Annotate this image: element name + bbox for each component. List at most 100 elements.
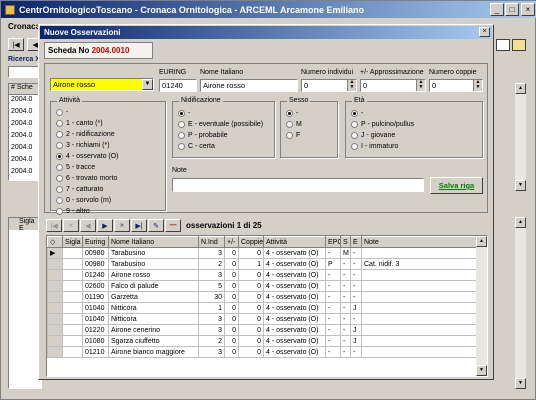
table-cell[interactable]: 1 bbox=[238, 258, 264, 270]
table-cell[interactable]: Airone bianco maggiore bbox=[108, 346, 199, 358]
num-spinner[interactable]: ▲ ▼ bbox=[347, 80, 356, 91]
lower-grid-scrollbar[interactable]: ▲ ▼ bbox=[515, 217, 526, 389]
table-cell[interactable]: 0 bbox=[224, 335, 239, 347]
table-cell[interactable]: 0 bbox=[238, 302, 264, 314]
nome-field[interactable]: Airone rosso bbox=[200, 79, 298, 92]
row-selector[interactable] bbox=[47, 258, 63, 270]
table-cell[interactable]: J bbox=[350, 324, 362, 336]
column-header[interactable]: Sigla bbox=[62, 236, 83, 248]
table-cell[interactable] bbox=[62, 269, 83, 281]
table-row[interactable]: 01040 Nitticora 3 0 0 4 - osservato (O) - - - bbox=[47, 313, 478, 325]
table-cell[interactable]: 00980 bbox=[82, 247, 109, 259]
table-cell[interactable]: 4 - osservato (O) bbox=[263, 324, 326, 336]
table-cell[interactable]: - bbox=[325, 302, 341, 314]
table-cell[interactable]: - bbox=[340, 346, 351, 358]
table-cell[interactable] bbox=[361, 313, 478, 325]
table-cell[interactable]: - bbox=[350, 280, 362, 292]
observations-scrollbar[interactable]: ▲ ▼ bbox=[476, 236, 487, 376]
sesso-option[interactable]: F bbox=[286, 130, 302, 141]
table-cell[interactable]: - bbox=[350, 258, 362, 270]
table-cell[interactable]: 01040 bbox=[82, 302, 109, 314]
table-cell[interactable] bbox=[361, 324, 478, 336]
radio-button[interactable] bbox=[56, 175, 63, 182]
coppie-spinner[interactable]: ▲ ▼ bbox=[473, 80, 482, 91]
table-cell[interactable]: - bbox=[350, 313, 362, 325]
table-cell[interactable]: - bbox=[325, 247, 341, 259]
table-cell[interactable]: - bbox=[325, 269, 341, 281]
table-cell[interactable] bbox=[361, 247, 478, 259]
radio-button[interactable] bbox=[286, 132, 293, 139]
attivita-option[interactable]: 4 - osservato (O) bbox=[56, 151, 119, 162]
column-header[interactable]: Attività bbox=[263, 236, 326, 248]
table-cell[interactable] bbox=[361, 335, 478, 347]
table-cell[interactable]: 4 - osservato (O) bbox=[263, 302, 326, 314]
table-cell[interactable]: 00980 bbox=[82, 258, 109, 270]
table-cell[interactable]: 0 bbox=[238, 346, 264, 358]
note-field[interactable] bbox=[172, 178, 424, 192]
table-cell[interactable] bbox=[62, 258, 83, 270]
table-cell[interactable]: Falco di palude bbox=[108, 280, 199, 292]
radio-button[interactable] bbox=[56, 197, 63, 204]
eta-option[interactable]: - bbox=[351, 108, 414, 119]
radio-button[interactable] bbox=[178, 143, 185, 150]
table-row[interactable]: 01240 Airone rosso 3 0 0 4 - osservato (O) - - - bbox=[47, 269, 478, 281]
table-cell[interactable]: Garzetta bbox=[108, 291, 199, 303]
table-cell[interactable]: - bbox=[325, 313, 341, 325]
row-selector[interactable] bbox=[47, 335, 63, 347]
nidif-option[interactable]: C - certa bbox=[178, 141, 263, 152]
table-cell[interactable]: Airone cenerino bbox=[108, 324, 199, 336]
row-selector[interactable] bbox=[47, 346, 63, 358]
table-cell[interactable]: 0 bbox=[238, 269, 264, 281]
row-selector[interactable] bbox=[47, 280, 63, 292]
table-row[interactable]: 01190 Garzetta 30 0 0 4 - osservato (O) - - - bbox=[47, 291, 478, 303]
table-cell[interactable]: 01210 bbox=[82, 346, 109, 358]
print-icon[interactable] bbox=[496, 39, 510, 51]
radio-button[interactable] bbox=[56, 131, 63, 138]
table-cell[interactable]: 3 bbox=[198, 269, 225, 281]
main-grid-row[interactable]: 2004.0 bbox=[9, 143, 41, 155]
table-cell[interactable]: Airone rosso bbox=[108, 269, 199, 281]
first-record-icon[interactable]: |◀ bbox=[8, 38, 24, 51]
new-icon[interactable] bbox=[512, 39, 526, 51]
radio-button[interactable] bbox=[178, 121, 185, 128]
table-cell[interactable]: 0 bbox=[238, 280, 264, 292]
table-cell[interactable]: - bbox=[340, 324, 351, 336]
table-cell[interactable] bbox=[361, 291, 478, 303]
table-cell[interactable] bbox=[62, 247, 83, 259]
main-grid-row[interactable]: 2004.0 bbox=[9, 131, 41, 143]
table-row[interactable]: 01220 Airone cenerino 3 0 0 4 - osservato (O)… bbox=[47, 324, 478, 336]
table-cell[interactable] bbox=[361, 302, 478, 314]
main-grid-scrollbar[interactable]: ▲ ▼ bbox=[515, 83, 526, 191]
nidif-option[interactable]: P - probabile bbox=[178, 130, 263, 141]
table-cell[interactable]: - bbox=[340, 291, 351, 303]
table-cell[interactable]: 0 bbox=[224, 269, 239, 281]
first-record-button[interactable]: |◀ bbox=[46, 219, 62, 232]
table-cell[interactable]: 0 bbox=[224, 247, 239, 259]
table-cell[interactable] bbox=[62, 346, 83, 358]
table-cell[interactable]: 0 bbox=[224, 258, 239, 270]
table-cell[interactable]: 0 bbox=[224, 291, 239, 303]
radio-button[interactable] bbox=[56, 208, 63, 215]
table-cell[interactable]: J bbox=[350, 335, 362, 347]
table-cell[interactable]: 2 bbox=[198, 258, 225, 270]
species-select[interactable]: Airone rosso ▼ bbox=[50, 78, 154, 91]
table-cell[interactable]: - bbox=[325, 324, 341, 336]
table-cell[interactable]: 3 bbox=[198, 247, 225, 259]
radio-button[interactable] bbox=[286, 110, 293, 117]
table-cell[interactable]: 0 bbox=[238, 291, 264, 303]
table-cell[interactable]: M bbox=[340, 247, 351, 259]
attivita-option[interactable]: 1 - canto (*) bbox=[56, 118, 119, 129]
table-cell[interactable]: Sgarza ciuffetto bbox=[108, 335, 199, 347]
coppie-field[interactable]: 0 ▲ ▼ bbox=[429, 79, 483, 92]
minimize-button[interactable]: _ bbox=[490, 3, 504, 16]
table-row[interactable]: 01080 Sgarza ciuffetto 2 0 0 4 - osservato (O… bbox=[47, 335, 478, 347]
row-selector[interactable] bbox=[47, 324, 63, 336]
radio-button[interactable] bbox=[56, 153, 63, 160]
table-cell[interactable]: 4 - osservato (O) bbox=[263, 280, 326, 292]
radio-button[interactable] bbox=[56, 186, 63, 193]
table-cell[interactable]: 30 bbox=[198, 291, 225, 303]
column-header[interactable]: Note bbox=[361, 236, 478, 248]
column-header[interactable]: E bbox=[350, 236, 362, 248]
chevron-down-icon[interactable]: ▼ bbox=[142, 79, 153, 90]
table-row[interactable]: 00980 Tarabusino 2 0 1 4 - osservato (O) P - - Ca… bbox=[47, 258, 478, 270]
